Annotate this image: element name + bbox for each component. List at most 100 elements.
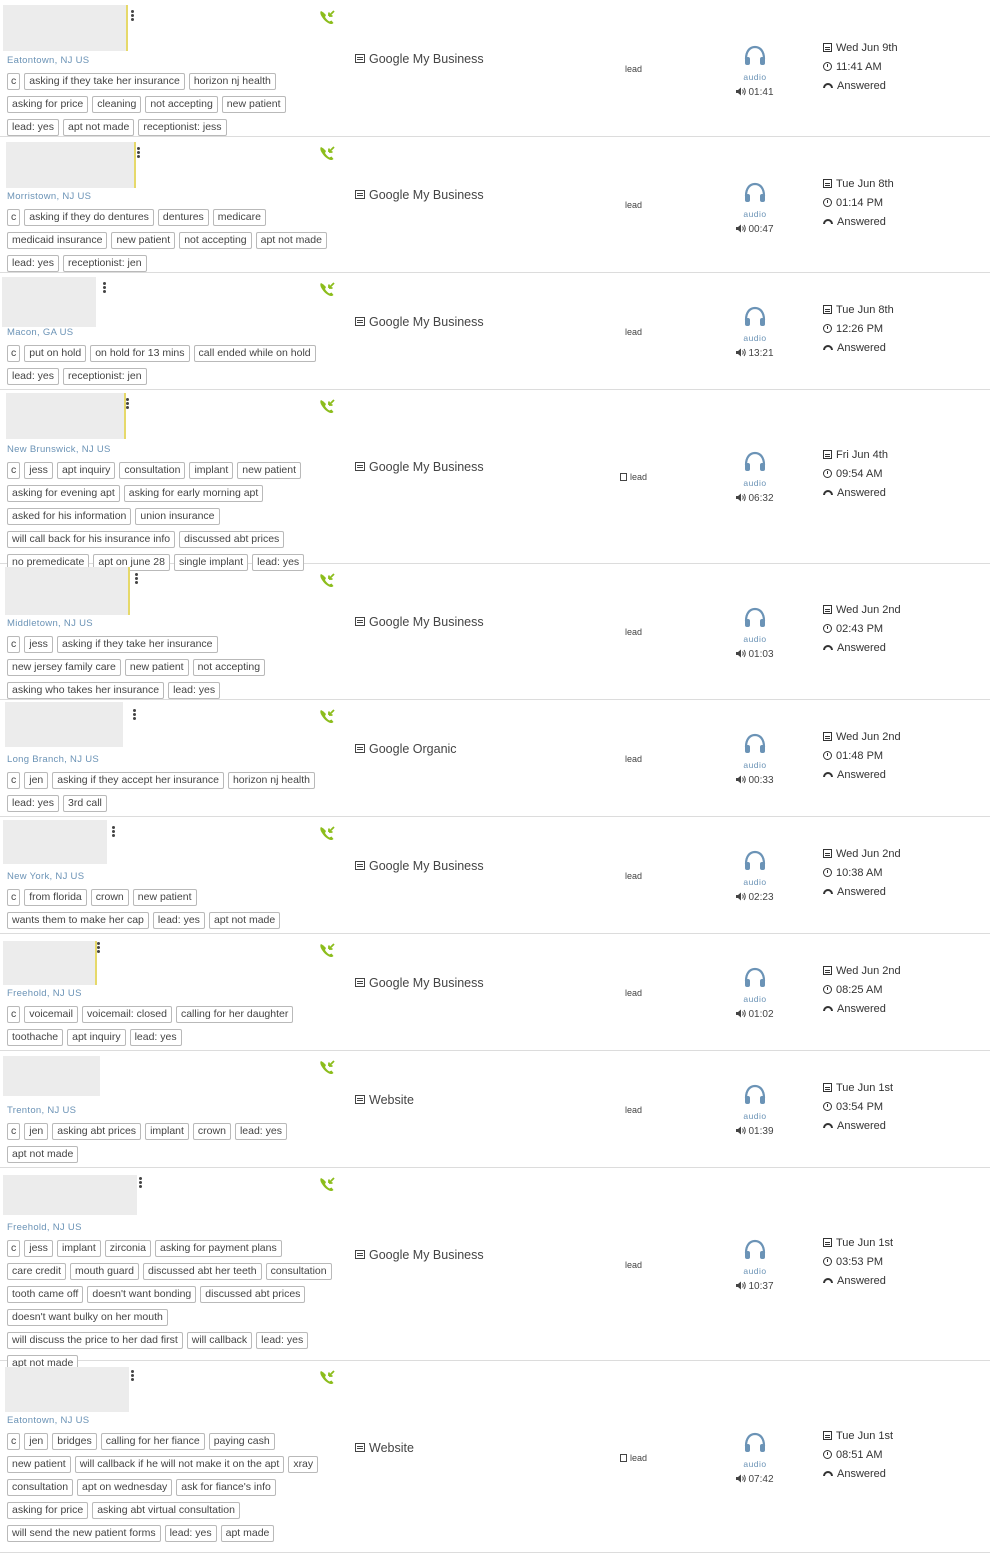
call-tag[interactable]: jess — [24, 462, 53, 479]
call-tag[interactable]: horizon nj health — [227, 772, 316, 789]
call-tag[interactable]: consultation — [265, 1263, 332, 1280]
lead-indicator[interactable]: lead — [625, 200, 642, 210]
call-tag[interactable]: discussed abt prices — [200, 1286, 306, 1303]
lead-indicator[interactable]: lead — [620, 472, 647, 482]
audio-label[interactable]: audio — [733, 72, 777, 82]
call-tag[interactable]: will send the new patient forms — [7, 1525, 161, 1542]
call-tag[interactable]: paying cash — [208, 1433, 275, 1450]
call-tag[interactable]: will callback if he will not make it on … — [74, 1456, 285, 1473]
headphones-icon[interactable] — [733, 44, 777, 73]
call-tag[interactable]: jen — [24, 1123, 49, 1140]
call-tag[interactable]: lead: yes — [152, 912, 205, 929]
lead-indicator[interactable]: lead — [620, 1453, 647, 1463]
call-tag[interactable]: c — [7, 345, 21, 362]
call-tag[interactable]: zirconia — [104, 1240, 151, 1257]
call-tag[interactable]: new patient — [124, 659, 189, 676]
call-tag[interactable]: apt not made — [208, 912, 281, 929]
audio-player[interactable]: audio 13:21 — [733, 305, 777, 359]
headphones-icon[interactable] — [733, 966, 777, 995]
caller-thumbnail[interactable] — [6, 142, 136, 188]
call-tag[interactable]: toothache — [7, 1029, 64, 1046]
call-tag[interactable]: not accepting — [145, 96, 218, 113]
call-tag[interactable]: c — [7, 772, 21, 789]
audio-player[interactable]: audio 01:41 — [733, 44, 777, 98]
caller-thumbnail[interactable] — [3, 1056, 100, 1096]
more-vertical-icon[interactable] — [112, 826, 116, 838]
audio-label[interactable]: audio — [733, 994, 777, 1004]
call-tag[interactable]: lead: yes — [7, 368, 60, 385]
call-tag[interactable]: lead: yes — [129, 1029, 182, 1046]
lead-indicator[interactable]: lead — [625, 871, 642, 881]
lead-indicator[interactable]: lead — [625, 988, 642, 998]
call-tag[interactable]: crown — [90, 889, 129, 906]
call-tag[interactable]: c — [7, 636, 21, 653]
lead-indicator[interactable]: lead — [625, 754, 642, 764]
call-tag[interactable]: medicaid insurance — [7, 232, 108, 249]
call-tag[interactable]: asking abt prices — [52, 1123, 142, 1140]
call-tag[interactable]: mouth guard — [70, 1263, 139, 1280]
call-tag[interactable]: discussed abt prices — [179, 531, 285, 548]
audio-label[interactable]: audio — [733, 634, 777, 644]
call-tag[interactable]: apt not made — [255, 232, 327, 249]
headphones-icon[interactable] — [733, 181, 777, 210]
more-vertical-icon[interactable] — [139, 1177, 143, 1189]
caller-thumbnail[interactable] — [3, 1175, 137, 1215]
call-tag[interactable]: 3rd call — [63, 795, 107, 812]
more-vertical-icon[interactable] — [97, 942, 101, 954]
headphones-icon[interactable] — [733, 1431, 777, 1460]
audio-label[interactable]: audio — [733, 209, 777, 219]
headphones-icon[interactable] — [733, 606, 777, 635]
call-tag[interactable]: calling for her daughter — [175, 1006, 294, 1023]
call-tag[interactable]: bridges — [52, 1433, 97, 1450]
call-tag[interactable]: apt inquiry — [67, 1029, 126, 1046]
call-tag[interactable]: care credit — [7, 1263, 67, 1280]
call-tag[interactable]: lead: yes — [7, 795, 60, 812]
call-tag[interactable]: ask for fiance's info — [176, 1479, 276, 1496]
call-tag[interactable]: union insurance — [135, 508, 220, 525]
call-tag[interactable]: c — [7, 73, 21, 90]
call-tag[interactable]: jess — [24, 636, 53, 653]
call-tag[interactable]: asking who takes her insurance — [7, 682, 165, 699]
call-tag[interactable]: new patient — [111, 232, 176, 249]
call-tag[interactable]: asking for evening apt — [7, 485, 120, 502]
headphones-icon[interactable] — [733, 450, 777, 479]
call-tag[interactable]: c — [7, 1006, 21, 1023]
more-vertical-icon[interactable] — [126, 398, 130, 410]
call-tag[interactable]: new patient — [132, 889, 197, 906]
more-vertical-icon[interactable] — [135, 573, 139, 585]
audio-label[interactable]: audio — [733, 1111, 777, 1121]
call-tag[interactable]: not accepting — [192, 659, 266, 676]
call-tag[interactable]: asking if they accept her insurance — [52, 772, 224, 789]
call-tag[interactable]: asking for early morning apt — [123, 485, 264, 502]
call-tag[interactable]: dentures — [157, 209, 209, 226]
audio-player[interactable]: audio 01:03 — [733, 606, 777, 660]
call-tag[interactable]: c — [7, 1433, 21, 1450]
call-tag[interactable]: lead: yes — [7, 119, 60, 136]
caller-thumbnail[interactable] — [3, 941, 97, 985]
audio-label[interactable]: audio — [733, 760, 777, 770]
call-tag[interactable]: consultation — [7, 1479, 74, 1496]
call-tag[interactable]: lead: yes — [168, 682, 221, 699]
call-tag[interactable]: c — [7, 1123, 21, 1140]
call-tag[interactable]: implant — [56, 1240, 101, 1257]
call-tag[interactable]: implant — [189, 462, 234, 479]
more-vertical-icon[interactable] — [131, 1370, 135, 1382]
call-tag[interactable]: implant — [145, 1123, 189, 1140]
call-tag[interactable]: asked for his information — [7, 508, 132, 525]
call-tag[interactable]: asking if they take her insurance — [56, 636, 218, 653]
call-tag[interactable]: voicemail: closed — [82, 1006, 172, 1023]
call-tag[interactable]: crown — [192, 1123, 231, 1140]
call-tag[interactable]: c — [7, 462, 21, 479]
call-tag[interactable]: new patient — [237, 462, 302, 479]
audio-player[interactable]: audio 01:02 — [733, 966, 777, 1020]
call-tag[interactable]: doesn't want bulky on her mouth — [7, 1309, 168, 1326]
call-tag[interactable]: c — [7, 889, 21, 906]
headphones-icon[interactable] — [733, 305, 777, 334]
audio-player[interactable]: audio 10:37 — [733, 1238, 777, 1292]
call-tag[interactable]: jen — [24, 772, 49, 789]
call-tag[interactable]: asking for price — [7, 96, 89, 113]
call-tag[interactable]: medicare — [212, 209, 266, 226]
more-vertical-icon[interactable] — [133, 709, 137, 721]
call-tag[interactable]: calling for her fiance — [100, 1433, 205, 1450]
call-tag[interactable]: tooth came off — [7, 1286, 84, 1303]
